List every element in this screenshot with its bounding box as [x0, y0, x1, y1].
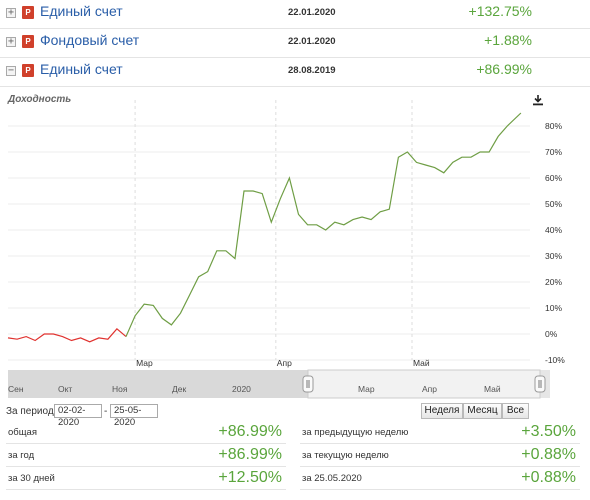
stat-row: общая +86.99% — [6, 422, 286, 444]
account-return: +132.75% — [468, 3, 532, 19]
account-name-link[interactable]: Фондовый счет — [40, 32, 139, 48]
navigator-label: Май — [484, 384, 501, 394]
stat-label: за текущую неделю — [302, 450, 389, 461]
y-tick-label: 30% — [545, 251, 562, 261]
portfolio-panel: + P Единый счет 22.01.2020 +132.75% + P … — [0, 0, 590, 500]
account-name-link[interactable]: Единый счет — [40, 3, 123, 19]
account-date: 22.01.2020 — [288, 36, 336, 47]
account-badge: P — [22, 35, 34, 48]
stat-value: +0.88% — [521, 446, 576, 463]
y-tick-label: 70% — [545, 147, 562, 157]
account-row[interactable]: − P Единый счет 28.08.2019 +86.99% — [0, 58, 590, 87]
stat-label: за 25.05.2020 — [302, 473, 362, 484]
navigator-unselected — [8, 370, 308, 398]
stat-row: за год +86.99% — [6, 445, 286, 467]
navigator-label: Окт — [58, 384, 72, 394]
stat-row: за 25.05.2020 +0.88% — [300, 468, 580, 490]
negative-series-line — [7, 327, 127, 343]
account-row[interactable]: + P Единый счет 22.01.2020 +132.75% — [0, 0, 590, 29]
date-separator: - — [104, 406, 108, 417]
date-from-input[interactable]: 02-02-2020 — [54, 404, 102, 428]
navigator-label: Апр — [422, 384, 437, 394]
account-row[interactable]: + P Фондовый счет 22.01.2020 +1.88% — [0, 29, 590, 58]
account-badge: P — [22, 6, 34, 19]
stat-label: за предыдущую неделю — [302, 427, 409, 438]
y-tick-label: 20% — [545, 277, 562, 287]
all-button[interactable]: Все — [502, 403, 529, 419]
navigator-label: Дек — [172, 384, 186, 394]
period-label: За период — [6, 406, 54, 417]
y-tick-label: 0% — [545, 329, 558, 339]
navigator-handle[interactable] — [534, 375, 546, 393]
stat-value: +12.50% — [218, 469, 282, 486]
expand-icon[interactable]: + — [6, 8, 16, 18]
y-tick-label: 60% — [545, 173, 562, 183]
account-name-link[interactable]: Единый счет — [40, 61, 123, 77]
stat-value: +0.88% — [521, 469, 576, 486]
y-tick-label: 80% — [545, 121, 562, 131]
collapse-icon[interactable]: − — [6, 66, 16, 76]
navigator-label: 2020 — [232, 384, 251, 394]
y-tick-label: -10% — [545, 355, 565, 365]
account-return: +86.99% — [476, 61, 532, 77]
stat-value: +86.99% — [218, 446, 282, 463]
stat-row: за предыдущую неделю +3.50% — [300, 422, 580, 444]
account-date: 22.01.2020 — [288, 7, 336, 18]
stat-row: за текущую неделю +0.88% — [300, 445, 580, 467]
navigator-label: Сен — [8, 384, 24, 394]
positive-series-line — [125, 112, 522, 337]
stat-value: +3.50% — [521, 423, 576, 440]
x-tick-label: Апр — [277, 358, 292, 368]
y-tick-label: 40% — [545, 225, 562, 235]
navigator-handle[interactable] — [302, 375, 314, 393]
navigator-label: Ноя — [112, 384, 128, 394]
y-tick-label: 50% — [545, 199, 562, 209]
date-to-input[interactable]: 25-05-2020 — [110, 404, 158, 428]
account-date: 28.08.2019 — [288, 65, 336, 76]
x-tick-label: Мар — [136, 358, 153, 368]
stat-row: за 30 дней +12.50% — [6, 468, 286, 490]
week-button[interactable]: Неделя — [421, 403, 463, 419]
stat-label: общая — [8, 427, 37, 438]
y-tick-label: 10% — [545, 303, 562, 313]
month-button[interactable]: Месяц — [463, 403, 502, 419]
x-tick-label: Май — [413, 358, 430, 368]
stat-value: +86.99% — [218, 423, 282, 440]
account-return: +1.88% — [484, 32, 532, 48]
stat-label: за 30 дней — [8, 473, 55, 484]
expand-icon[interactable]: + — [6, 37, 16, 47]
account-badge: P — [22, 64, 34, 77]
stat-label: за год — [8, 450, 35, 461]
returns-chart[interactable]: Мар Апр Май -10% 0% 10% 20% 30% 40% 50% 60% 70% 80% С… — [0, 100, 590, 400]
navigator-label: Мар — [358, 384, 375, 394]
